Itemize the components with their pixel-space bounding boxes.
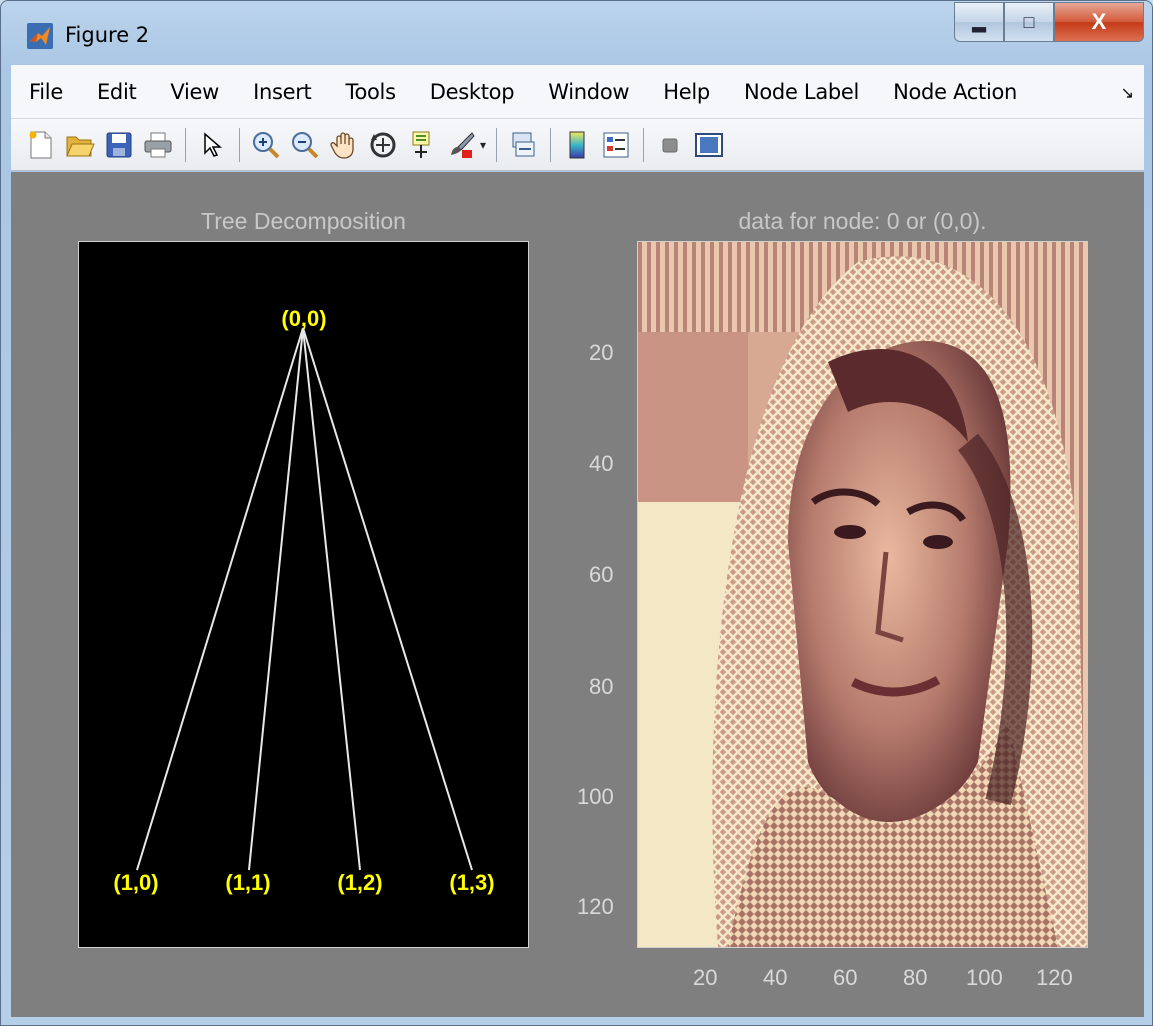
toolbar-separator bbox=[239, 127, 240, 162]
zoom-in-button[interactable] bbox=[250, 129, 282, 161]
legend-icon bbox=[603, 132, 629, 157]
brush-icon bbox=[451, 131, 475, 158]
tree-plot[interactable]: (0,0) (1,0) (1,1) (1,2) (1,3) bbox=[79, 242, 528, 947]
zoom-out-icon bbox=[292, 131, 319, 158]
rotate-3d-button[interactable] bbox=[367, 129, 399, 161]
tree-node-root[interactable]: (0,0) bbox=[281, 306, 326, 331]
tree-node-1-0[interactable]: (1,0) bbox=[113, 870, 158, 895]
print-icon bbox=[144, 132, 172, 157]
minimize-button[interactable]: ▂ bbox=[954, 2, 1004, 42]
y-tick-label: 120 bbox=[577, 894, 614, 919]
menu-help[interactable]: Help bbox=[663, 80, 710, 104]
save-icon bbox=[106, 132, 132, 157]
title-bar[interactable]: Figure 2 ▂ □ X bbox=[1, 1, 1152, 65]
hide-plot-tools-icon bbox=[662, 138, 678, 152]
x-tick-label: 120 bbox=[1036, 965, 1073, 990]
menu-window[interactable]: Window bbox=[548, 80, 629, 104]
tree-edge bbox=[248, 327, 304, 871]
tree-edge bbox=[136, 327, 304, 871]
toolbar-separator bbox=[496, 127, 498, 162]
edit-plot-button[interactable] bbox=[196, 129, 228, 161]
insert-colorbar-button[interactable] bbox=[561, 129, 593, 161]
print-button[interactable] bbox=[142, 129, 174, 161]
figure-toolbar: ▾ bbox=[11, 119, 1144, 171]
y-tick-label: 100 bbox=[577, 784, 614, 809]
menu-insert[interactable]: Insert bbox=[253, 80, 312, 104]
y-tick-label: 60 bbox=[589, 562, 614, 587]
y-tick-label: 80 bbox=[589, 674, 614, 699]
data-cursor-icon bbox=[412, 131, 430, 158]
new-figure-icon bbox=[29, 131, 52, 158]
link-plot-button[interactable] bbox=[507, 129, 539, 161]
node-image bbox=[638, 242, 1087, 947]
minimize-icon: ▂ bbox=[972, 11, 986, 32]
menu-bar: File Edit View Insert Tools Desktop Wind… bbox=[11, 65, 1144, 119]
menu-edit[interactable]: Edit bbox=[97, 80, 137, 104]
x-tick-label: 80 bbox=[903, 965, 928, 990]
toolbar-separator bbox=[643, 127, 645, 162]
data-cursor-button[interactable] bbox=[406, 129, 438, 161]
rotate-3d-icon bbox=[370, 132, 396, 157]
link-plot-icon bbox=[512, 132, 535, 156]
menu-node-label[interactable]: Node Label bbox=[744, 80, 859, 104]
figure-canvas: Tree Decomposition (0,0) (1,0) (1,1) (1,… bbox=[11, 172, 1144, 1017]
menu-node-action[interactable]: Node Action bbox=[893, 80, 1017, 104]
toolbar-separator bbox=[185, 127, 186, 162]
open-file-button[interactable] bbox=[64, 129, 96, 161]
tree-node-1-3[interactable]: (1,3) bbox=[449, 870, 494, 895]
x-tick-label: 100 bbox=[966, 965, 1003, 990]
close-button[interactable]: X bbox=[1054, 2, 1144, 42]
figure-window: Figure 2 ▂ □ X File Edit View Insert Too… bbox=[0, 0, 1153, 1026]
x-tick-label: 40 bbox=[763, 965, 788, 990]
menu-desktop[interactable]: Desktop bbox=[430, 80, 515, 104]
save-button[interactable] bbox=[103, 129, 135, 161]
x-tick-label: 20 bbox=[693, 965, 718, 990]
x-tick-label: 60 bbox=[833, 965, 858, 990]
zoom-in-icon bbox=[253, 131, 280, 158]
tree-node-1-1[interactable]: (1,1) bbox=[225, 870, 270, 895]
insert-legend-button[interactable] bbox=[600, 129, 632, 161]
window-controls: ▂ □ X bbox=[954, 2, 1144, 44]
new-figure-button[interactable] bbox=[25, 129, 57, 161]
maximize-icon: □ bbox=[1023, 11, 1035, 32]
menu-overflow-icon[interactable]: ↘ bbox=[1121, 83, 1134, 103]
menu-view[interactable]: View bbox=[170, 80, 219, 104]
tree-edge bbox=[302, 327, 473, 871]
y-tick-label: 20 bbox=[589, 340, 614, 365]
menu-file[interactable]: File bbox=[29, 80, 63, 104]
image-axes-title: data for node: 0 or (0,0). bbox=[738, 208, 987, 234]
hide-plot-tools-button[interactable] bbox=[654, 129, 686, 161]
tree-edge bbox=[302, 327, 361, 871]
y-tick-label: 40 bbox=[589, 451, 614, 476]
toolbar-separator bbox=[550, 127, 552, 162]
maximize-button[interactable]: □ bbox=[1004, 2, 1054, 42]
brush-button[interactable] bbox=[445, 129, 477, 161]
show-plot-tools-icon bbox=[695, 132, 724, 157]
tree-axes-title: Tree Decomposition bbox=[201, 208, 406, 234]
brush-dropdown-icon[interactable]: ▾ bbox=[480, 138, 486, 152]
edit-plot-arrow-icon bbox=[204, 131, 223, 157]
zoom-out-button[interactable] bbox=[289, 129, 321, 161]
pan-button[interactable] bbox=[328, 129, 360, 161]
tree-axes[interactable]: (0,0) (1,0) (1,1) (1,2) (1,3) bbox=[78, 241, 529, 948]
show-plot-tools-button[interactable] bbox=[693, 129, 725, 161]
colorbar-icon bbox=[569, 131, 585, 158]
close-icon: X bbox=[1091, 9, 1107, 34]
window-title: Figure 2 bbox=[65, 23, 150, 47]
menu-tools[interactable]: Tools bbox=[346, 80, 397, 104]
tree-node-1-2[interactable]: (1,2) bbox=[337, 870, 382, 895]
matlab-icon bbox=[27, 23, 53, 49]
open-file-icon bbox=[66, 136, 95, 156]
pan-hand-icon bbox=[330, 131, 354, 159]
image-axes[interactable] bbox=[637, 241, 1088, 948]
